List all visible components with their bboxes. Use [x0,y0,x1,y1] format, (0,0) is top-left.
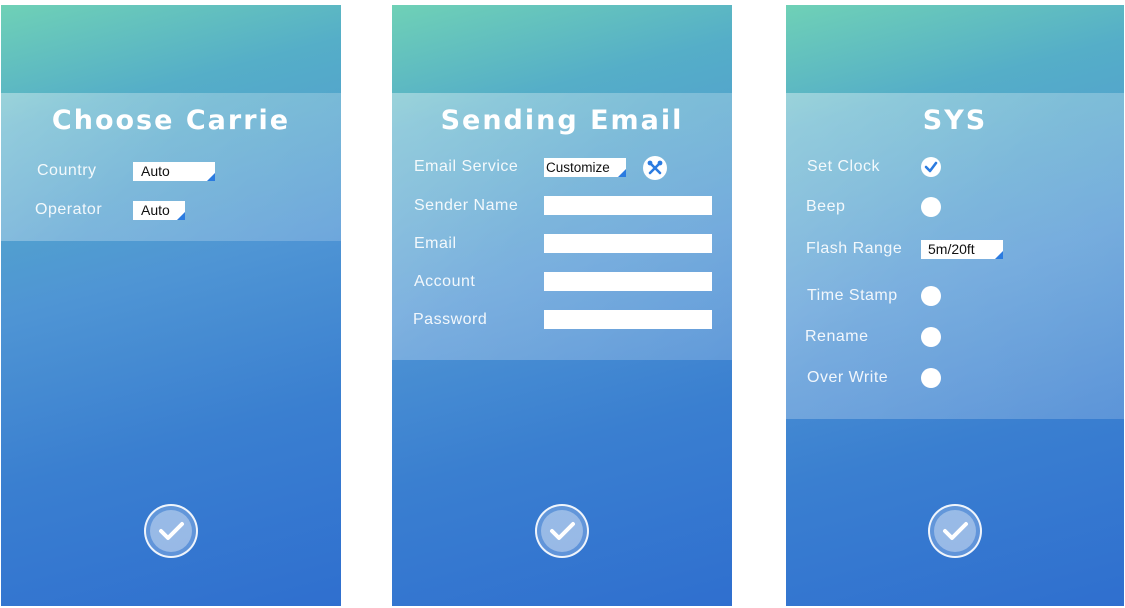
confirm-button[interactable] [535,504,589,558]
page-title: SYS [922,105,988,136]
beep-toggle[interactable] [921,197,941,217]
operator-value: Auto [141,202,170,218]
over-write-label: Over Write [807,369,889,386]
confirm-button[interactable] [144,504,198,558]
dropdown-corner-icon [177,212,185,220]
flash-range-value: 5m/20ft [928,241,975,257]
sys-panel: SYS Set Clock Beep Flash Range 5m/20ft T… [786,93,1124,419]
carrier-screen: Choose Carrie Country Auto Operator Auto [1,5,341,606]
rename-label: Rename [805,328,869,345]
account-field[interactable] [544,272,712,291]
email-service-select[interactable]: Customize [544,158,626,177]
email-service-label: Email Service [414,158,519,175]
sys-screen: SYS Set Clock Beep Flash Range 5m/20ft T… [786,5,1124,606]
sender-name-label: Sender Name [414,197,519,214]
email-field[interactable] [544,234,712,253]
dropdown-corner-icon [618,169,626,177]
checkmark-icon [924,161,938,173]
page-title: Choose Carrie [51,105,291,136]
carrier-panel: Choose Carrie Country Auto Operator Auto [1,93,341,241]
confirm-button[interactable] [928,504,982,558]
operator-label: Operator [35,201,103,218]
account-label: Account [414,273,476,290]
page-title: Sending Email [440,105,684,136]
tools-icon[interactable] [643,156,667,180]
set-clock-toggle[interactable] [921,157,941,177]
time-stamp-toggle[interactable] [921,286,941,306]
email-label: Email [414,235,457,252]
email-screen: Sending Email Email Service Customize Se… [392,5,732,606]
check-circle-icon [943,522,968,540]
flash-range-label: Flash Range [806,240,903,257]
email-panel: Sending Email Email Service Customize Se… [392,93,732,360]
dropdown-corner-icon [995,251,1003,259]
check-circle-icon [159,522,184,540]
country-label: Country [37,162,97,179]
beep-label: Beep [806,198,846,215]
over-write-toggle[interactable] [921,368,941,388]
operator-select[interactable]: Auto [133,201,185,220]
set-clock-label: Set Clock [807,158,880,175]
rename-toggle[interactable] [921,327,941,347]
password-field[interactable] [544,310,712,329]
password-label: Password [413,311,488,328]
country-select[interactable]: Auto [133,162,215,181]
flash-range-select[interactable]: 5m/20ft [921,240,1003,259]
email-service-value: Customize [546,160,610,175]
check-circle-icon [550,522,575,540]
dropdown-corner-icon [207,173,215,181]
country-value: Auto [141,163,170,179]
sender-name-field[interactable] [544,196,712,215]
time-stamp-label: Time Stamp [807,287,898,304]
